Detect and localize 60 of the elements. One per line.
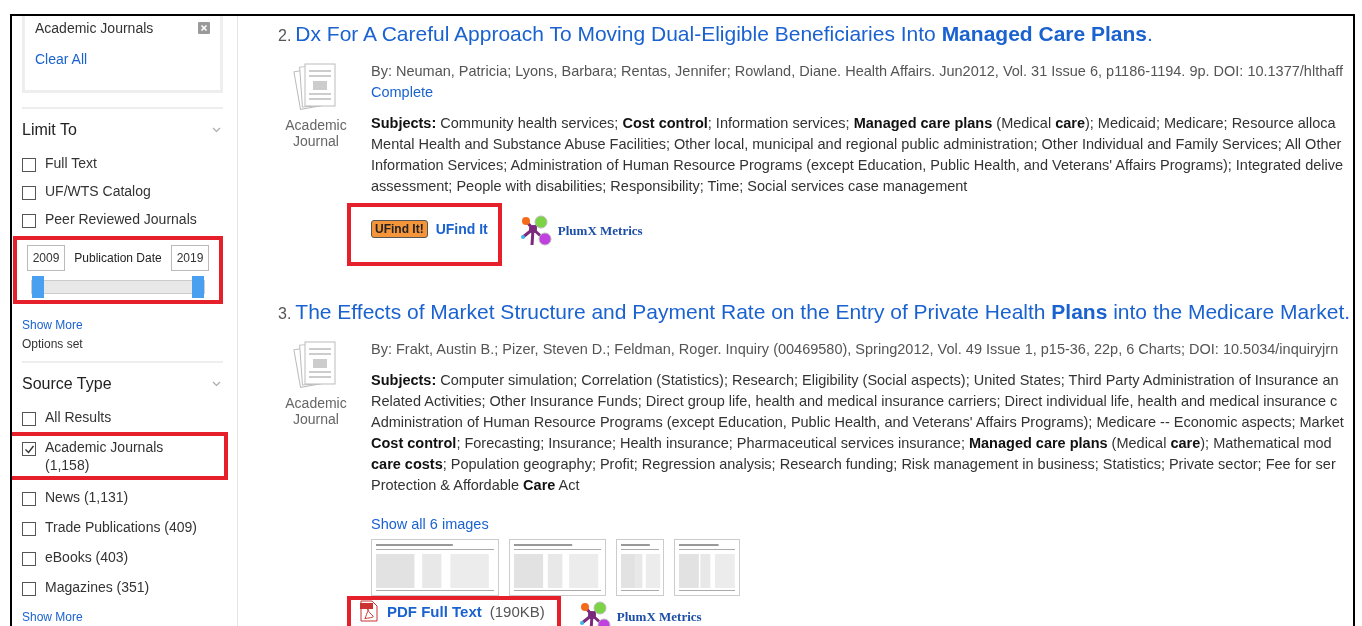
checkbox[interactable] <box>22 442 36 456</box>
option-label: Peer Reviewed Journals <box>45 210 197 228</box>
result-number: 2. <box>278 27 292 45</box>
option-label: UF/WTS Catalog <box>45 182 151 200</box>
dots-icon <box>519 214 554 247</box>
option-label: News (1,131) <box>45 488 129 506</box>
plumx-link[interactable]: PlumX Metrics <box>557 222 643 239</box>
checkbox[interactable] <box>22 582 36 596</box>
result-title-link[interactable]: Dx For A Careful Approach To Moving Dual-Eligible Beneficiaries Into Managed Care Plans. <box>295 22 1153 46</box>
option-label: eBooks (403) <box>45 548 129 566</box>
year-field[interactable]: 2019 <box>171 245 209 271</box>
status-text: Options set <box>22 337 84 351</box>
subjects-text: Subjects: Community health services; Cost control; Information services; Managed care plans (Medical care); Medicaid; Medicare; Resource alloca <box>371 114 1337 133</box>
subjects-text: Administration of Human Resource Programs (except Education, Public Health, and Veterans' Affairs Programs); Medicare -- Economic aspects; Market <box>371 413 1344 432</box>
type-label: Academic Journal <box>284 117 348 149</box>
show-images-link[interactable]: Show all 6 images <box>371 514 1344 535</box>
subjects-text: Mental Health and Substance Abuse Facilities; Other local, municipal and regional public administration; Other Individual and Family Services; All Other <box>371 135 1343 154</box>
checkbox[interactable] <box>22 492 36 506</box>
checkbox[interactable] <box>22 522 36 536</box>
checkbox[interactable] <box>22 158 36 172</box>
type-label: Academic Journal <box>284 395 348 427</box>
subjects-text: care costs; Population geography; Profit; Regression analysis; Research funding; Risk management in business; Statistics; Private sector; Fee for ser <box>371 455 1337 474</box>
subjects-text: assessment; People with disabilities; Responsibility; Time; Social services case management <box>371 177 969 196</box>
option-label: Magazines (351) <box>45 578 150 596</box>
file-size: (190KB) <box>489 602 545 620</box>
checkbox[interactable] <box>22 412 36 426</box>
author-link[interactable]: Complete <box>371 82 1344 103</box>
plumx-link[interactable]: PlumX Metrics <box>616 609 702 625</box>
ufind-badge[interactable]: UFind It! <box>371 220 428 238</box>
checkbox[interactable] <box>22 186 36 200</box>
filter-label: Academic Journals <box>35 20 154 36</box>
section-title: Source Type <box>22 375 112 393</box>
show-more-link[interactable]: Show More <box>22 610 223 624</box>
dots-icon <box>578 601 613 626</box>
year-field[interactable]: 2009 <box>27 245 65 271</box>
slider-handle[interactable] <box>32 276 44 298</box>
clear-all-link[interactable]: Clear All <box>35 51 88 67</box>
pdf-icon <box>359 600 379 622</box>
subjects-text: Protection & Affordable Care Act <box>371 476 581 495</box>
close-icon[interactable] <box>198 22 210 34</box>
option-label: Academic Journals (1,158) <box>45 438 165 474</box>
option-label: Full Text <box>45 154 97 172</box>
show-more-link[interactable]: Show More <box>22 318 223 332</box>
date-label: Publication Date <box>74 251 162 265</box>
checkbox[interactable] <box>22 552 36 566</box>
checkbox[interactable] <box>22 214 36 228</box>
subjects-text: Related Activities; Other Insurance Funds; Direct group life, health and medical insurance carriers; Direct individual life, health and medical insurance c <box>371 392 1339 411</box>
slider-handle[interactable] <box>192 276 204 298</box>
option-label: Trade Publications (409) <box>45 518 197 536</box>
subjects-text: Subjects: Computer simulation; Correlation (Statistics); Research; Eligibility (Social aspects); United States; Third Party Administration of Insurance an <box>371 371 1340 390</box>
option-label: All Results <box>45 408 112 426</box>
citation-text: By: Neuman, Patricia; Lyons, Barbara; Rentas, Jennifer; Rowland, Diane. Health Affairs. Jun2012, Vol. 31 Issue 6, p1186-1194. 9p. DOI: 10.1377/hlthaff <box>371 62 1344 81</box>
result-title-link[interactable]: The Effects of Market Structure and Payment Rate on the Entry of Private Health Plans into the Medicare Market. <box>295 300 1351 324</box>
subjects-text: Information Services; Administration of Human Resource Programs (except Education, Public Health, and Veterans' Affairs Programs); Integrated delive <box>371 156 1344 175</box>
result-number: 3. <box>278 305 292 323</box>
pdf-link[interactable]: PDF Full Text <box>387 602 482 620</box>
citation-text: By: Frakt, Austin B.; Pizer, Steven D.; Feldman, Roger. Inquiry (00469580), Spring2012, Vol. 49 Issue 1, p15-36, 22p, 6 Charts; DOI: 10.5034/inquiryjrn <box>371 340 1340 359</box>
section-title: Limit To <box>22 121 77 139</box>
subjects-text: Cost control; Forecasting; Insurance; Health insurance; Pharmaceutical services insurance; Managed care plans (Medical care); Mathematical mod <box>371 434 1333 453</box>
ufind-link[interactable]: UFind It <box>435 221 488 237</box>
